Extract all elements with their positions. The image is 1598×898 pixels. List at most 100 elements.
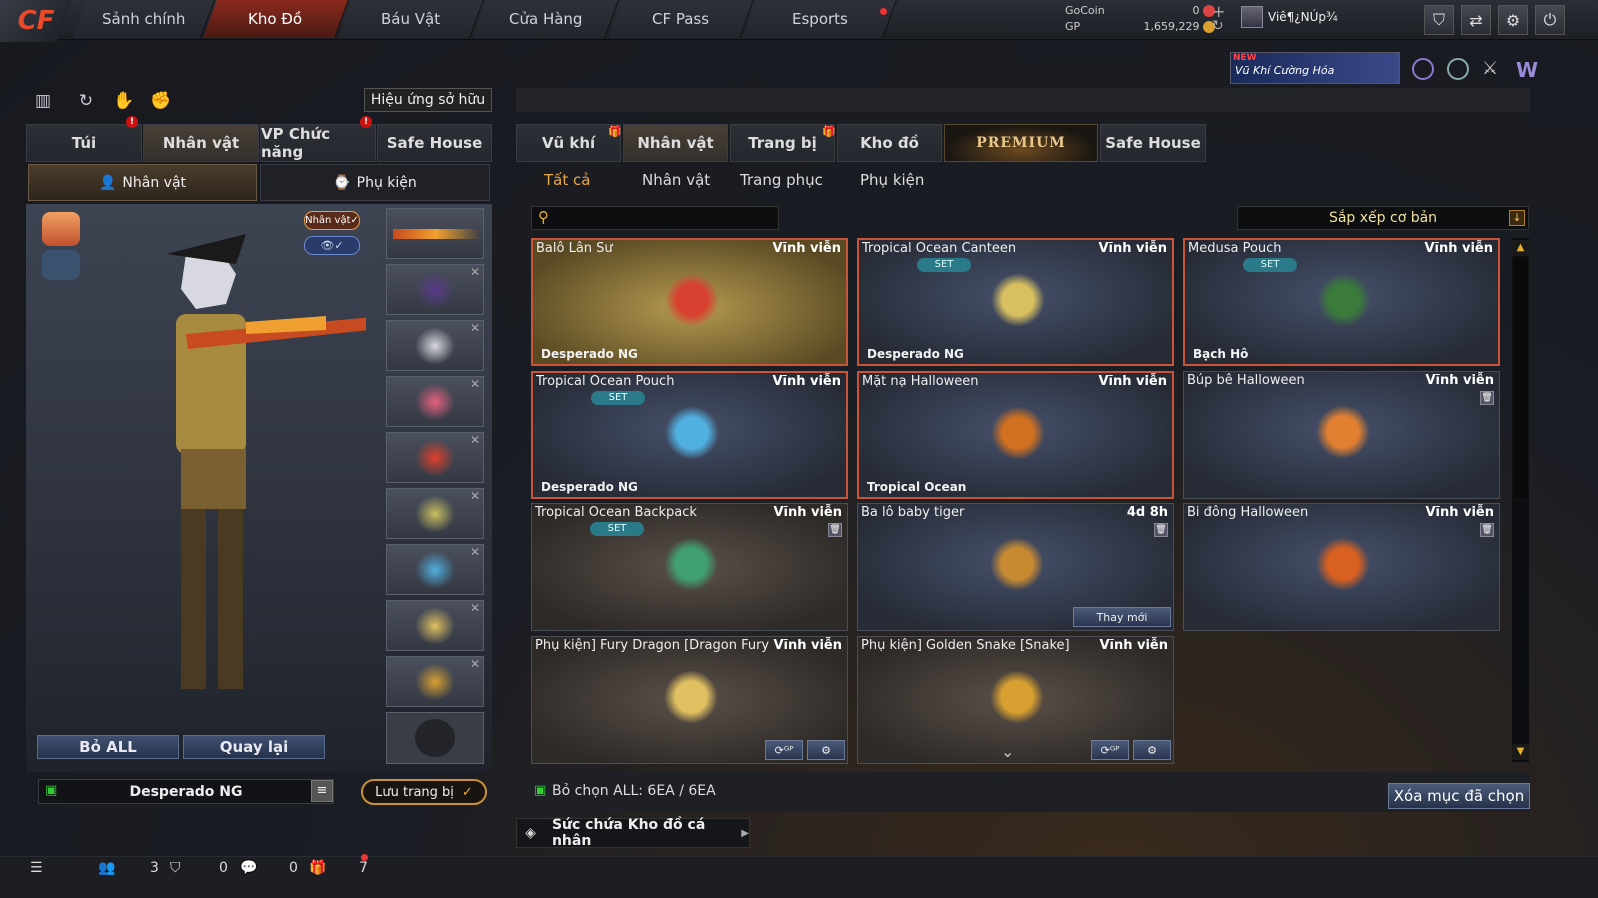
right-tab-storage[interactable]: Kho đồ — [837, 124, 942, 162]
item-card[interactable]: Bi đông Halloween Vĩnh viễn 🗑 — [1183, 503, 1500, 631]
power-icon[interactable]: ⏻ — [1535, 5, 1565, 35]
character-type-icon[interactable] — [42, 212, 80, 246]
remove-icon[interactable]: ✕ — [470, 265, 480, 279]
right-tab-equipment[interactable]: Trang bị — [730, 124, 835, 162]
scroll-down-icon[interactable]: ▼ — [1512, 744, 1529, 760]
sort-dropdown[interactable]: Sắp xếp cơ bản ↓ — [1237, 206, 1529, 230]
chat-icon[interactable]: 💬 — [240, 860, 257, 876]
subtab-character[interactable]: 👤 Nhân vật — [28, 164, 257, 201]
gesture-icon[interactable]: ✊ — [150, 90, 172, 112]
promo-banner[interactable]: NEW Vũ Khí Cường Hóa — [1230, 52, 1400, 84]
character-tag[interactable]: Nhân vật✓ — [304, 211, 360, 230]
item-card[interactable]: Phụ kiện] Fury Dragon [Dragon Fury Vĩnh v… — [531, 636, 848, 764]
deselect-all-label[interactable]: Bỏ chọn ALL: 6EA / 6EA — [552, 783, 716, 799]
slot-accessory-2[interactable]: ✕ — [386, 656, 484, 707]
trash-icon[interactable]: 🗑 — [1480, 391, 1494, 405]
character-type-alt-icon[interactable] — [42, 250, 80, 280]
crossed-swords-icon[interactable]: ⚔ — [1482, 58, 1504, 80]
gift-icon[interactable]: 🎁 — [309, 860, 326, 876]
filter-accessory[interactable]: Phụ kiện — [860, 168, 924, 192]
item-card[interactable]: Medusa Pouch Vĩnh viễn SET Bạch Hô — [1183, 238, 1500, 366]
right-tab-premium[interactable]: PREMIUM — [944, 124, 1098, 162]
nav-tab-lobby[interactable]: Sảnh chính — [73, 0, 215, 38]
right-tab-weapon[interactable]: Vũ khí — [516, 124, 621, 162]
item-card[interactable]: Búp bê Halloween Vĩnh viễn 🗑 — [1183, 371, 1500, 499]
clan-icon[interactable]: ⛉ — [170, 860, 181, 876]
exchange-gp-icon[interactable]: ⟳ᴳᴾ — [765, 740, 803, 760]
item-card[interactable]: Tropical Ocean Backpack Vĩnh viễn SET 🗑 — [531, 503, 848, 631]
nav-tab-treasure[interactable]: Báu Vật — [338, 0, 484, 38]
w-logo-icon[interactable]: W — [1516, 58, 1540, 82]
remove-all-button[interactable]: Bỏ ALL — [37, 735, 179, 759]
nav-tab-inventory[interactable]: Kho Đồ — [203, 0, 349, 38]
slot-mask[interactable]: ✕ — [386, 320, 484, 371]
nav-tab-cf-pass[interactable]: CF Pass — [608, 0, 754, 38]
search-field[interactable]: ⚲ — [531, 206, 779, 230]
item-card[interactable]: Balô Lân Sư Vĩnh viễn Desperado NG — [531, 238, 848, 366]
left-tab-safe-house[interactable]: Safe House — [377, 124, 492, 162]
subtab-accessory[interactable]: ⌚ Phụ kiện — [260, 164, 490, 201]
stats-icon[interactable]: ▥ — [32, 90, 54, 112]
menu-icon[interactable]: ☰ — [30, 860, 43, 876]
back-button[interactable]: Quay lại — [183, 735, 325, 759]
item-card[interactable]: Mặt nạ Halloween Vĩnh viễn Tropical Ocean — [857, 371, 1174, 499]
item-card[interactable]: Tropical Ocean Pouch Vĩnh viễn SET Desperad… — [531, 371, 848, 499]
item-card[interactable]: Ba lô baby tiger 4d 8h 🗑 Thay mới — [857, 503, 1174, 631]
filter-character[interactable]: Nhân vật — [642, 168, 710, 192]
filter-all[interactable]: Tất cả — [544, 168, 590, 192]
item-card[interactable]: Tropical Ocean Canteen Vĩnh viễn SET Desper… — [857, 238, 1174, 366]
shield-icon[interactable]: ⛉ — [1424, 5, 1454, 35]
refresh-icon[interactable]: ↻ — [1212, 18, 1224, 34]
gear-icon[interactable]: ⚙ — [807, 740, 845, 760]
remove-icon[interactable]: ✕ — [470, 601, 480, 615]
chevron-down-icon[interactable]: ⌄ — [1001, 742, 1014, 761]
slot-canteen[interactable]: ✕ — [386, 488, 484, 539]
renew-button[interactable]: Thay mới — [1073, 607, 1171, 627]
trash-icon[interactable]: 🗑 — [828, 523, 842, 537]
nav-tab-shop[interactable]: Cửa Hàng — [473, 0, 619, 38]
trash-icon[interactable]: 🗑 — [1480, 523, 1494, 537]
owned-effects-button[interactable]: Hiệu ứng sở hữu — [364, 88, 492, 112]
save-loadout-button[interactable]: Lưu trang bị ✓ — [361, 779, 487, 805]
slot-empty[interactable] — [386, 712, 484, 764]
pose-icon[interactable]: ✋ — [113, 90, 135, 112]
remove-icon[interactable]: ✕ — [470, 489, 480, 503]
remove-icon[interactable]: ✕ — [470, 657, 480, 671]
exchange-gp-icon[interactable]: ⟳ᴳᴾ — [1091, 740, 1129, 760]
scrollbar-thumb[interactable] — [1512, 258, 1529, 500]
slot-necklace[interactable]: ✕ — [386, 376, 484, 427]
preset-selector[interactable]: ▣ Desperado NG — [38, 779, 334, 804]
trash-icon[interactable]: 🗑 — [1154, 523, 1168, 537]
storage-capacity-button[interactable]: ◈ Sức chứa Kho đồ cá nhân ▶ — [516, 817, 750, 849]
exit-room-icon[interactable]: ⇄ — [1461, 5, 1491, 35]
slot-hat[interactable]: ✕ — [386, 264, 484, 315]
right-tab-safe-house[interactable]: Safe House — [1100, 124, 1206, 162]
globe-icon[interactable] — [1447, 58, 1469, 80]
sort-arrow-icon[interactable]: ↓ — [1509, 210, 1525, 226]
rotate-view-icon[interactable]: ↻ — [75, 90, 97, 112]
delete-selected-button[interactable]: Xóa mục đã chọn — [1388, 783, 1530, 809]
event-emblem-icon[interactable] — [1412, 58, 1434, 80]
left-tab-bag[interactable]: Túi — [26, 124, 142, 162]
gear-icon[interactable]: ⚙ — [1133, 740, 1171, 760]
remove-icon[interactable]: ✕ — [470, 545, 480, 559]
nav-tab-esports[interactable]: Esports — [743, 0, 897, 38]
remove-icon[interactable]: ✕ — [470, 377, 480, 391]
slot-backpack[interactable]: ✕ — [386, 432, 484, 483]
remove-icon[interactable]: ✕ — [470, 321, 480, 335]
gear-icon[interactable]: ⚙ — [1498, 5, 1528, 35]
search-input[interactable] — [558, 209, 773, 227]
slot-pouch[interactable]: ✕ — [386, 544, 484, 595]
item-card[interactable]: Phụ kiện] Golden Snake [Snake] Vĩnh viễn ⟳… — [857, 636, 1174, 764]
friends-icon[interactable]: 👥 — [98, 860, 115, 876]
filter-costume[interactable]: Trang phục — [740, 168, 823, 192]
slot-weapon[interactable] — [386, 208, 484, 259]
visibility-toggle[interactable]: 👁✓ — [304, 236, 360, 255]
left-tab-character[interactable]: Nhân vật — [143, 124, 259, 162]
right-tab-character[interactable]: Nhân vật — [623, 124, 728, 162]
preset-menu-icon[interactable]: ≡ — [311, 780, 333, 802]
slot-accessory-1[interactable]: ✕ — [386, 600, 484, 651]
scroll-up-icon[interactable]: ▲ — [1512, 240, 1529, 256]
remove-icon[interactable]: ✕ — [470, 433, 480, 447]
left-tab-vp-function[interactable]: VP Chức năng — [260, 124, 376, 162]
